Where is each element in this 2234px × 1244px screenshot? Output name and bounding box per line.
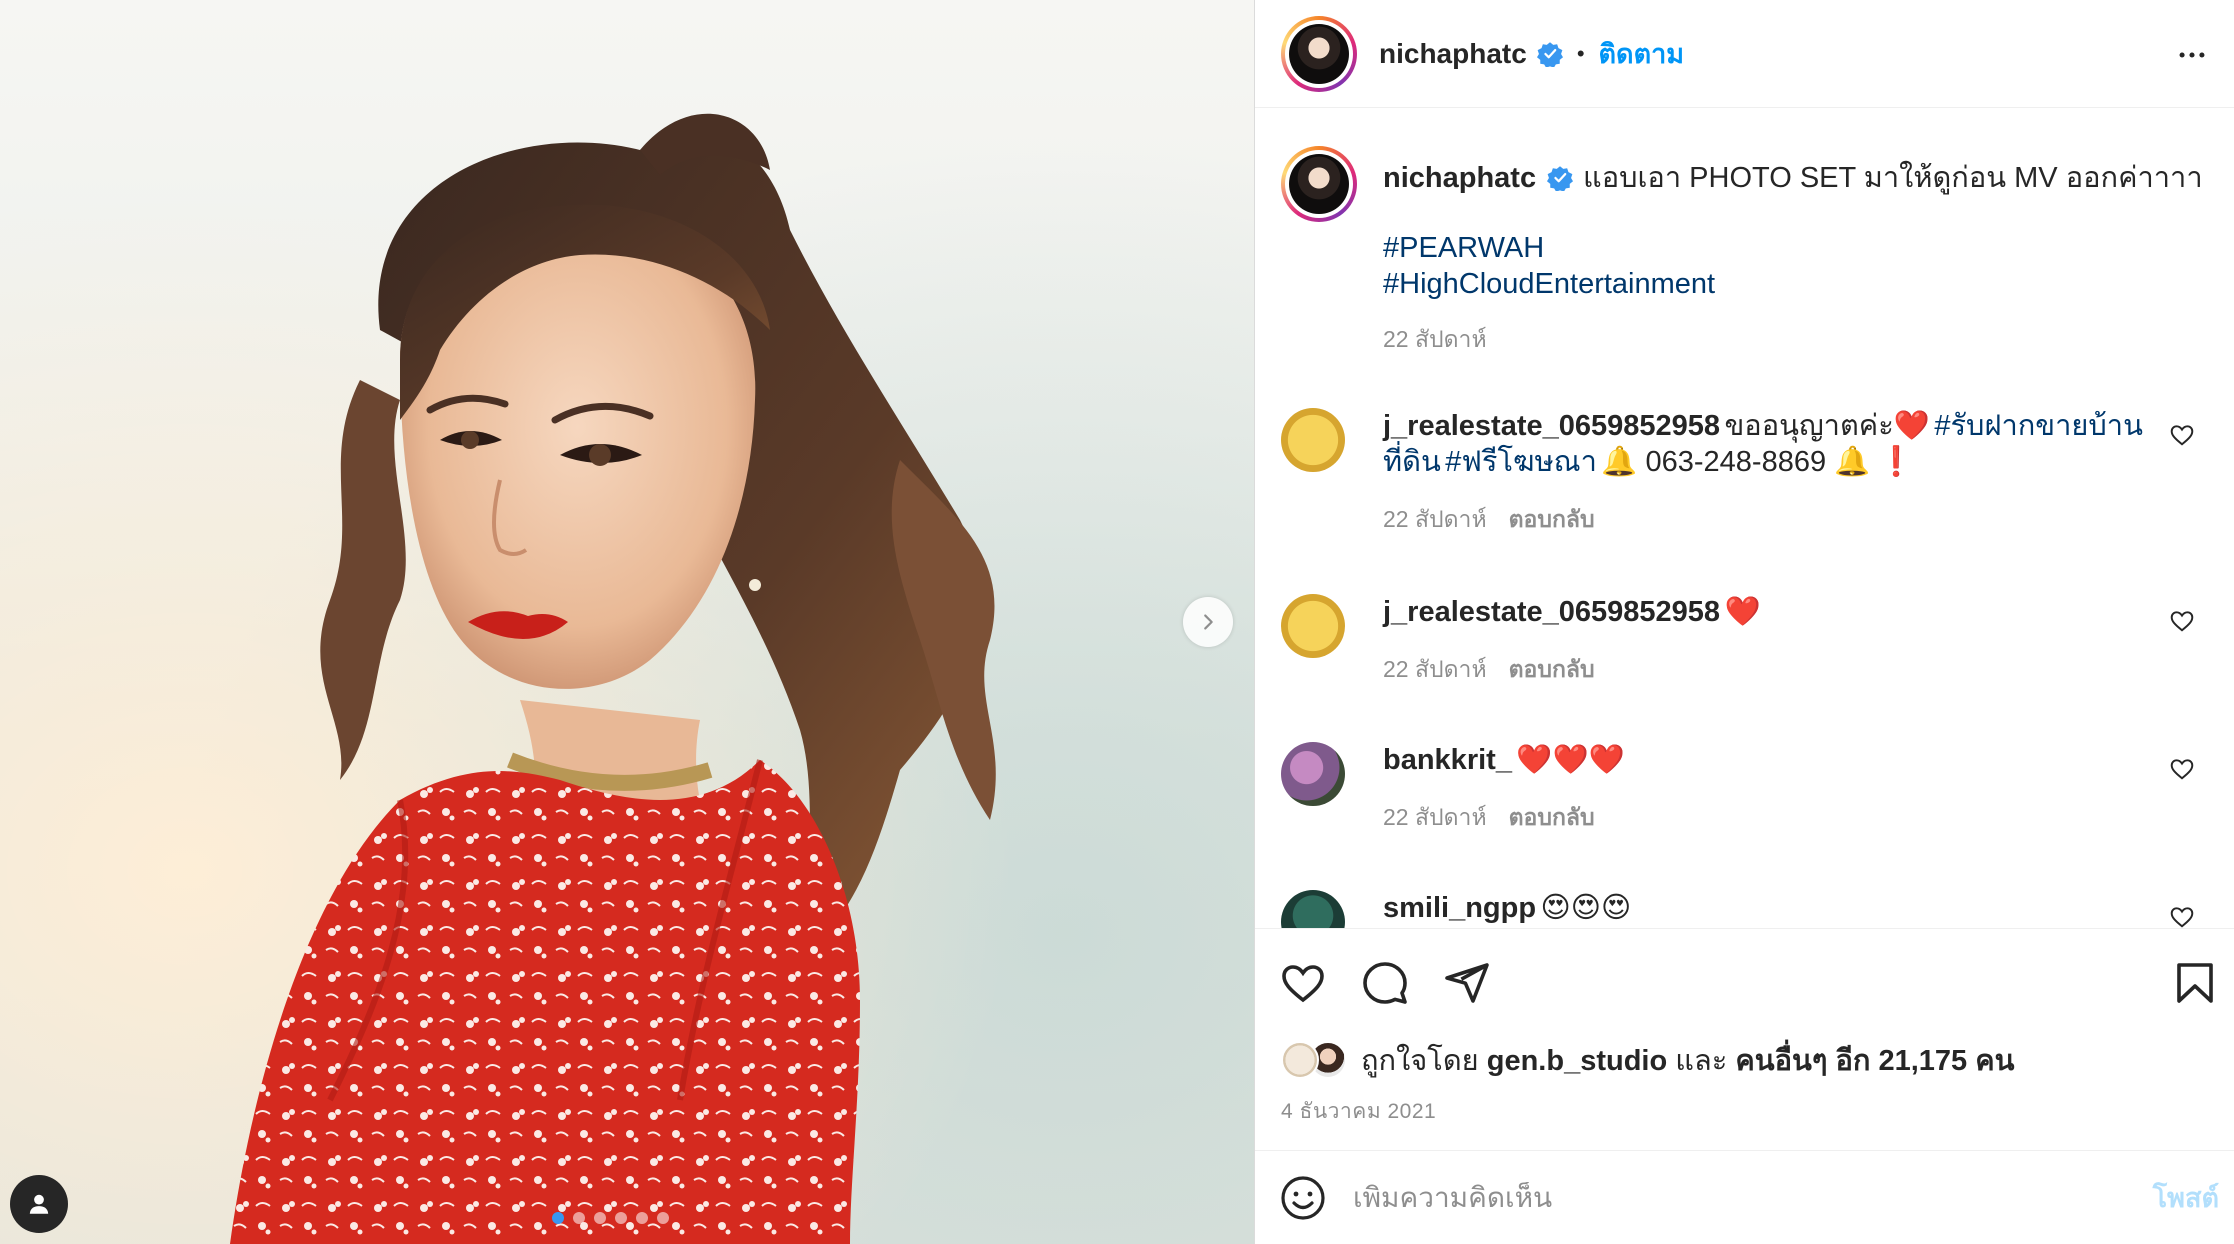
- comment-text: 🔔 063-248-8869 🔔 ❗: [1601, 446, 1915, 478]
- carousel-dot: [657, 1212, 669, 1224]
- comment-username[interactable]: smili_ngpp: [1383, 892, 1536, 924]
- likes-summary[interactable]: ถูกใจโดย gen.b_studio และ คนอื่นๆ อีก 21…: [1281, 1037, 2014, 1083]
- next-photo-button[interactable]: [1183, 597, 1233, 647]
- comment-text: ❤️: [1724, 596, 1761, 628]
- author-username[interactable]: nichaphatc: [1379, 38, 1527, 70]
- emoji-icon[interactable]: [1279, 1174, 1327, 1222]
- comment-composer: โพสต์: [1255, 1150, 2234, 1244]
- likes-text: ถูกใจโดย gen.b_studio และ คนอื่นๆ อีก 21…: [1361, 1037, 2014, 1083]
- chevron-right-icon: [1204, 614, 1213, 630]
- carousel-dot: [594, 1212, 606, 1224]
- post-dialog: nichaphatc • ติดตาม nichaphatc แอบเอา PH…: [0, 0, 2234, 1244]
- comment-time: 22 สัปดาห์: [1383, 656, 1487, 682]
- comment-meta: 22 สัปดาห์ ตอบกลับ: [1383, 502, 2143, 538]
- commenter-avatar[interactable]: [1281, 890, 1345, 928]
- comment-text: ❤️❤️❤️: [1516, 744, 1625, 776]
- post-actions: ถูกใจโดย gen.b_studio และ คนอื่นๆ อีก 21…: [1255, 928, 2234, 1123]
- hashtag-link[interactable]: ที่ดิน: [1383, 446, 1441, 478]
- likes-prefix: ถูกใจโดย: [1361, 1045, 1479, 1077]
- hashtag-link[interactable]: #HighCloudEntertainment: [1383, 266, 2203, 302]
- caption-avatar[interactable]: [1281, 146, 1357, 222]
- comment-text: ขออนุญาตค่ะ❤️: [1724, 410, 1930, 442]
- more-horizontal-icon[interactable]: [2175, 38, 2209, 72]
- comment-username[interactable]: j_realestate_0659852958: [1383, 596, 1720, 628]
- heart-icon[interactable]: [1279, 959, 1327, 1007]
- likes-others[interactable]: คนอื่นๆ อีก 21,175 คน: [1735, 1045, 2014, 1077]
- hashtag-link[interactable]: #PEARWAH: [1383, 230, 2203, 266]
- commenter-avatar[interactable]: [1281, 742, 1345, 806]
- comment-input[interactable]: [1353, 1181, 2093, 1214]
- comment-meta: 22 สัปดาห์ ตอบกลับ: [1383, 800, 2143, 836]
- reply-button[interactable]: ตอบกลับ: [1509, 506, 1595, 532]
- post-date: 4 ธันวาคม 2021: [1281, 1100, 1437, 1123]
- comment-time: 22 สัปดาห์: [1383, 804, 1487, 830]
- commenter-avatar[interactable]: [1281, 594, 1345, 658]
- carousel-dot: [636, 1212, 648, 1224]
- comment-item: smili_ngpp 😍😍😍: [1281, 890, 2211, 928]
- caption: nichaphatc แอบเอา PHOTO SET มาให้ดูก่อน …: [1281, 146, 2211, 386]
- author-avatar[interactable]: [1281, 15, 1357, 92]
- user-icon: [29, 1194, 49, 1214]
- hashtag-link[interactable]: #รับฝากขายบ้าน: [1934, 410, 2143, 442]
- post-side-panel: nichaphatc • ติดตาม nichaphatc แอบเอา PH…: [1254, 0, 2234, 1244]
- bookmark-icon[interactable]: [2171, 959, 2219, 1007]
- follow-button[interactable]: ติดตาม: [1599, 32, 1685, 75]
- comment-username[interactable]: bankkrit_: [1383, 744, 1512, 776]
- carousel-dot: [573, 1212, 585, 1224]
- header-separator: •: [1576, 40, 1585, 66]
- carousel-dot: [615, 1212, 627, 1224]
- verified-badge-icon: [1536, 41, 1563, 67]
- tagged-users-button[interactable]: [10, 1175, 68, 1233]
- reply-button[interactable]: ตอบกลับ: [1509, 804, 1595, 830]
- portrait-illustration: [230, 113, 996, 1244]
- comment-time: 22 สัปดาห์: [1383, 506, 1487, 532]
- verified-badge-icon: [1546, 166, 1573, 192]
- hashtag-link[interactable]: #ฟรีโฆษณา: [1445, 446, 1597, 478]
- caption-username[interactable]: nichaphatc: [1383, 162, 1536, 194]
- send-icon[interactable]: [1443, 959, 1491, 1007]
- post-header: nichaphatc • ติดตาม: [1255, 0, 2234, 108]
- carousel-dot: [552, 1212, 564, 1224]
- comment-item: j_realestate_0659852958 ❤️ 22 สัปดาห์ ตอบ…: [1281, 594, 2211, 724]
- liker-username[interactable]: gen.b_studio: [1487, 1045, 1667, 1077]
- commenter-avatar[interactable]: [1281, 408, 1345, 472]
- caption-time: 22 สัปดาห์: [1383, 326, 1487, 352]
- comment-icon[interactable]: [1361, 959, 1409, 1007]
- likes-middle: และ: [1675, 1045, 1728, 1077]
- comment-username[interactable]: j_realestate_0659852958: [1383, 410, 1720, 442]
- comments-list[interactable]: nichaphatc แอบเอา PHOTO SET มาให้ดูก่อน …: [1255, 108, 2234, 928]
- comment-meta: 22 สัปดาห์ ตอบกลับ: [1383, 652, 2143, 688]
- comment-item: bankkrit_ ❤️❤️❤️ 22 สัปดาห์ ตอบกลับ: [1281, 742, 2211, 872]
- heart-icon[interactable]: [2169, 422, 2195, 448]
- post-photo[interactable]: [0, 0, 1254, 1244]
- action-icons: [1279, 959, 1491, 1007]
- reply-button[interactable]: ตอบกลับ: [1509, 656, 1595, 682]
- heart-icon[interactable]: [2169, 904, 2195, 928]
- comment-item: j_realestate_0659852958 ขออนุญาตค่ะ❤️ #ร…: [1281, 408, 2211, 578]
- post-comment-button[interactable]: โพสต์: [2153, 1176, 2219, 1219]
- heart-icon[interactable]: [2169, 756, 2195, 782]
- carousel-indicator: [552, 1212, 669, 1224]
- comment-text: 😍😍😍: [1540, 892, 1632, 924]
- caption-text: แอบเอา PHOTO SET มาให้ดูก่อน MV ออกค่าาา…: [1583, 162, 2203, 194]
- heart-icon[interactable]: [2169, 608, 2195, 634]
- liker-avatar[interactable]: [1281, 1041, 1319, 1079]
